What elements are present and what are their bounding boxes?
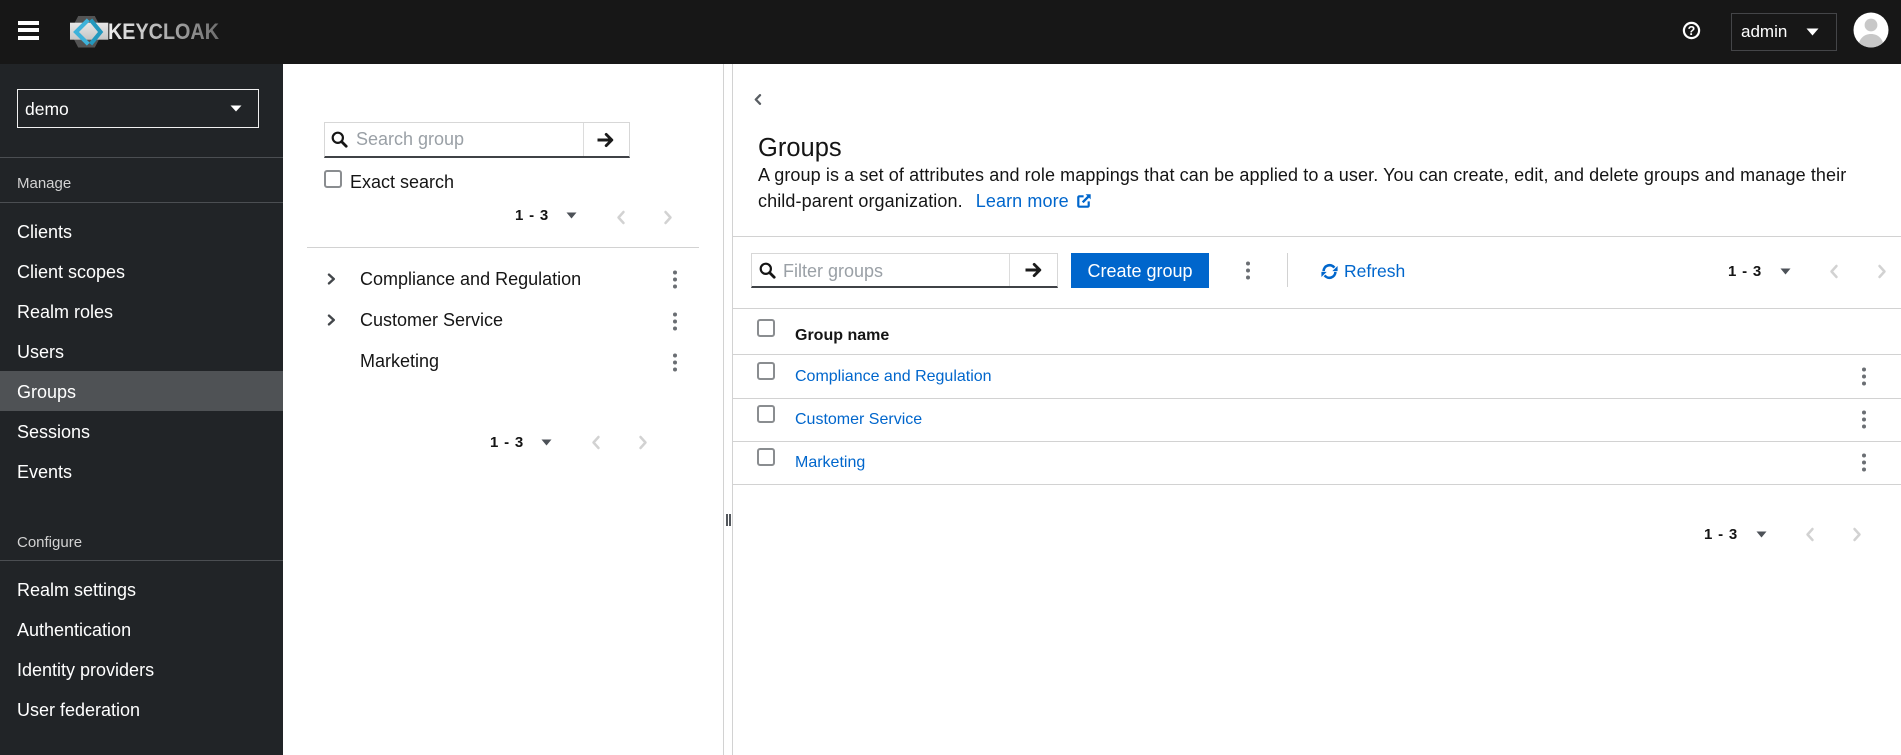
- svg-text:?: ?: [1688, 24, 1696, 38]
- svg-text:KEYCLOAK: KEYCLOAK: [108, 19, 220, 44]
